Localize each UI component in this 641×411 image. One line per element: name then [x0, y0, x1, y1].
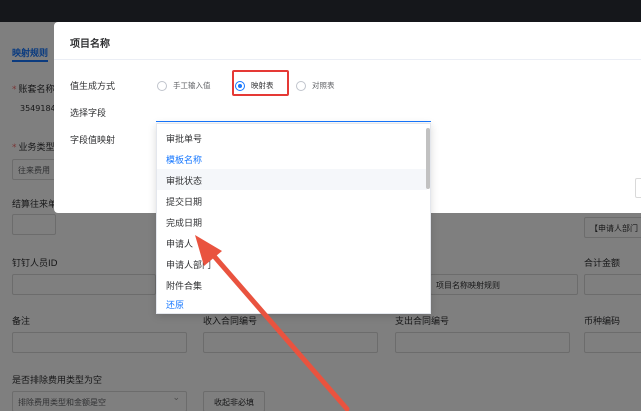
field-dropdown: 审批单号 模板名称 审批状态 提交日期 完成日期 申请人 申请人部门 附件合集 … [156, 123, 431, 314]
dropdown-option[interactable]: 审批单号 [157, 127, 427, 148]
value-source-label: 值生成方式 [70, 82, 116, 92]
modal-action-button[interactable] [635, 178, 641, 198]
select-field-label: 选择字段 [70, 109, 107, 119]
dropdown-option[interactable]: 申请人部门 [157, 253, 427, 274]
modal-title: 项目名称 [70, 39, 110, 50]
dropdown-option[interactable]: 申请人 [157, 232, 427, 253]
dropdown-scrollbar[interactable] [426, 128, 430, 189]
annotation-highlight-box [232, 70, 289, 96]
field-mapping-label: 字段值映射 [70, 136, 116, 146]
radio-label: 手工输入值 [173, 81, 211, 90]
radio-circle [157, 80, 167, 91]
dropdown-option[interactable]: 审批状态 [157, 169, 427, 190]
radio-circle [296, 80, 306, 91]
dropdown-option[interactable]: 附件合集 [157, 274, 427, 295]
radio-label: 对照表 [312, 81, 335, 90]
select-field-input[interactable] [156, 102, 431, 122]
dropdown-option[interactable]: 提交日期 [157, 190, 427, 211]
radio-manual-input[interactable]: 手工输入值 [157, 80, 211, 91]
dropdown-option[interactable]: 模板名称 [157, 148, 427, 169]
restore-link[interactable]: 还原 [166, 298, 184, 311]
modal-header: 项目名称 [54, 22, 641, 60]
radio-lookup-table[interactable]: 对照表 [296, 80, 335, 91]
dropdown-option[interactable]: 完成日期 [157, 211, 427, 232]
